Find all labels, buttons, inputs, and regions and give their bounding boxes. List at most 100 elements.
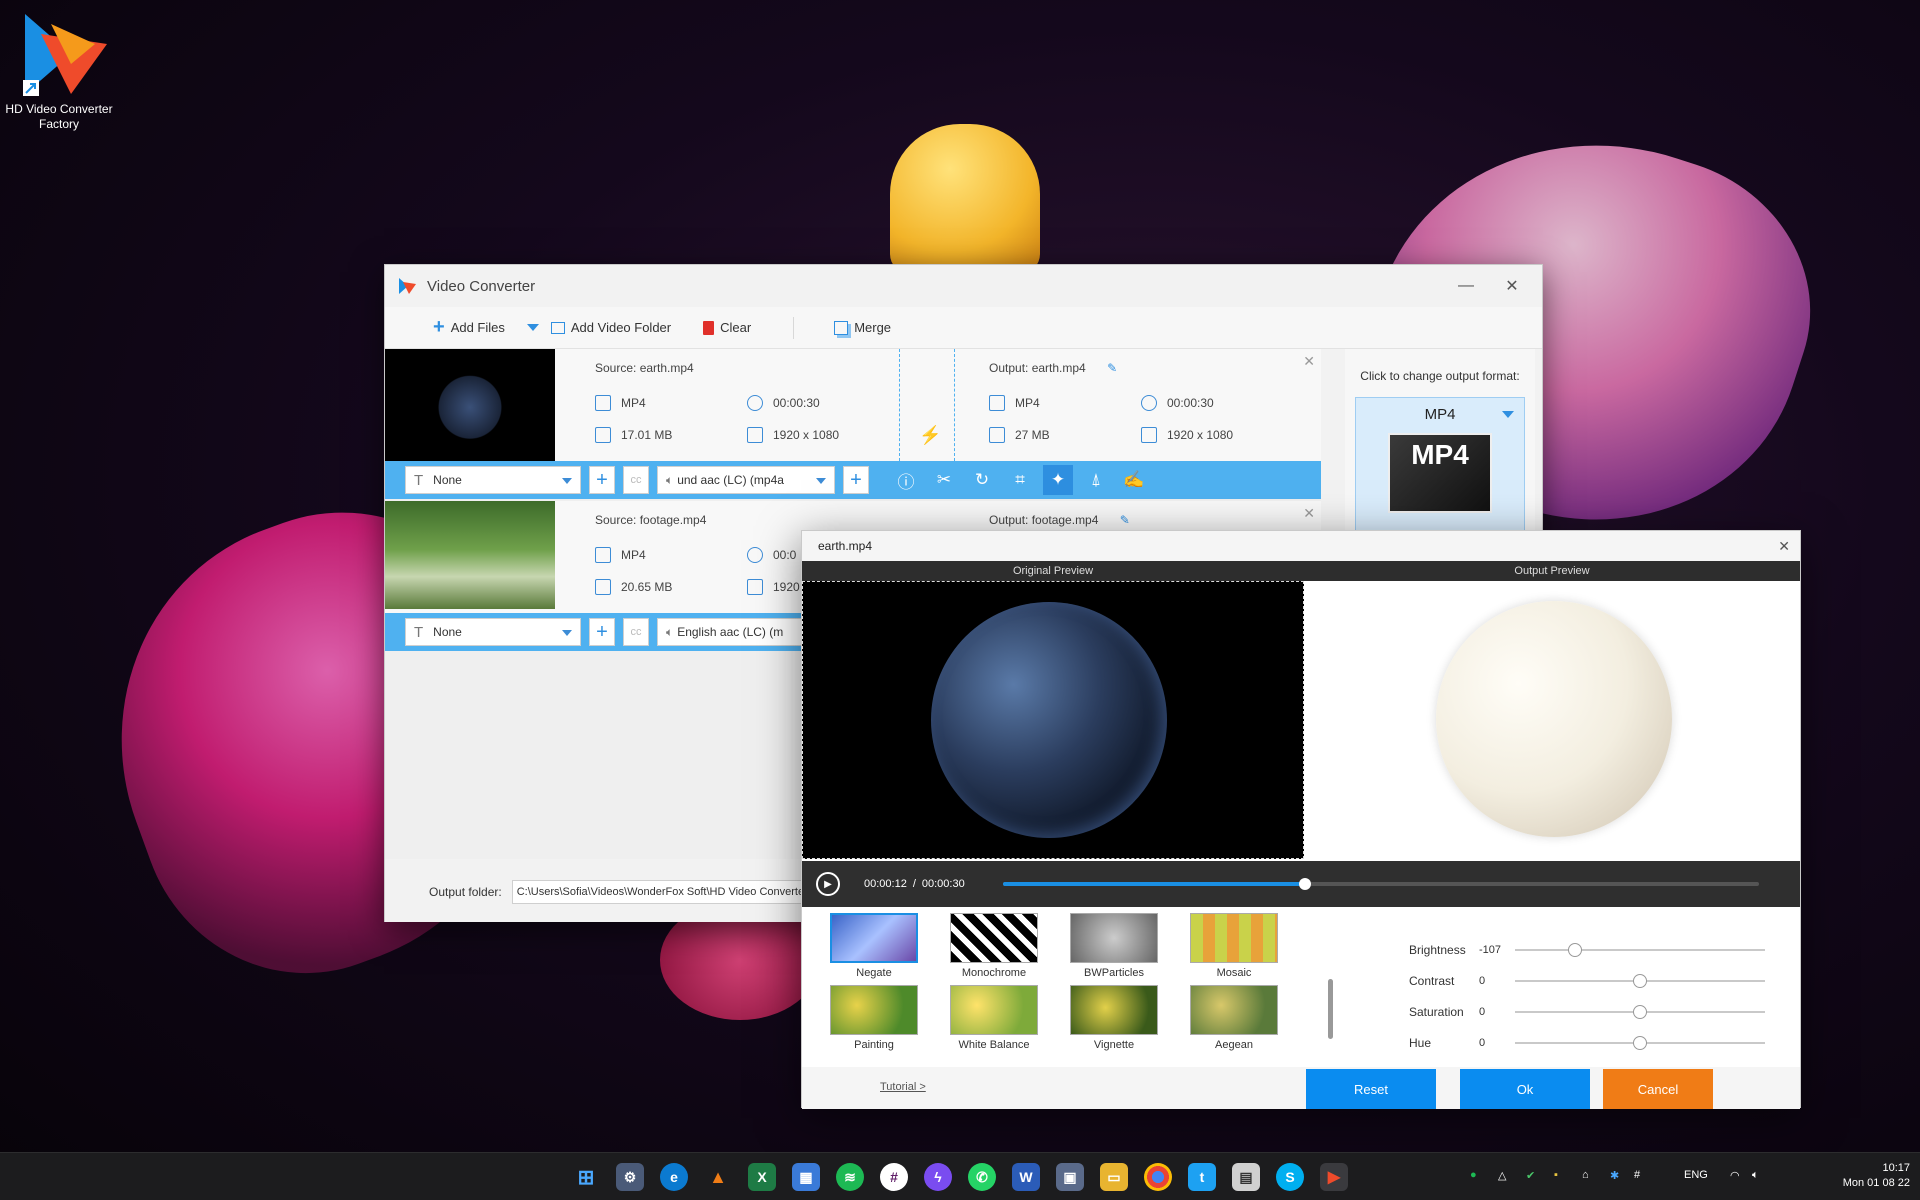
cc-icon[interactable]: cc (623, 618, 649, 646)
brightness-slider[interactable] (1515, 943, 1765, 957)
subtitle-select[interactable]: T None (405, 466, 581, 494)
clear-button[interactable]: Clear (703, 320, 751, 335)
chrome-icon[interactable] (1144, 1163, 1172, 1191)
source-format: MP4 (595, 547, 646, 563)
effect-aegean[interactable]: Aegean (1188, 985, 1280, 1051)
saturation-slider[interactable] (1515, 1005, 1765, 1019)
effect-negate[interactable]: Negate (828, 913, 920, 979)
start-windows-icon[interactable]: ⊞ (572, 1163, 600, 1191)
rotate-icon[interactable]: ↻ (967, 465, 997, 495)
wifi-icon[interactable]: ◠ (1730, 1169, 1740, 1182)
settings-gear-icon[interactable]: ⚙ (616, 1163, 644, 1191)
ok-button[interactable]: Ok (1460, 1069, 1590, 1109)
remove-item-icon[interactable]: ✕ (1303, 353, 1315, 370)
contrast-handle[interactable] (1633, 974, 1647, 988)
volume-icon[interactable]: 🔈︎ (1752, 1169, 1759, 1182)
output-name[interactable]: Output: earth.mp4 ✎ (989, 361, 1117, 375)
effects-wand-icon[interactable]: ✦ (1043, 465, 1073, 495)
vlc-icon[interactable]: ▲ (704, 1163, 732, 1191)
output-folder-label: Output folder: (429, 885, 502, 899)
whatsapp-icon[interactable]: ✆ (968, 1163, 996, 1191)
cc-icon[interactable]: cc (623, 466, 649, 494)
hd-video-converter-taskbar-icon[interactable]: ▶ (1320, 1163, 1348, 1191)
contrast-slider[interactable] (1515, 974, 1765, 988)
hue-handle[interactable] (1633, 1036, 1647, 1050)
store-package-icon[interactable]: ▦ (792, 1163, 820, 1191)
main-toolbar: + Add Files Add Video Folder Clear Merge (385, 307, 1542, 349)
clock[interactable]: 10:17 Mon 01 08 22 (1820, 1161, 1910, 1191)
earth-original-image (931, 602, 1167, 838)
seek-slider[interactable] (1002, 878, 1759, 890)
effect-bwparticles[interactable]: BWParticles (1068, 913, 1160, 979)
seek-handle[interactable] (1299, 878, 1312, 890)
speaker-icon: 🔈︎ (666, 472, 674, 487)
time-total: 00:00:30 (921, 878, 965, 890)
output-name[interactable]: Output: footage.mp4 ✎ (989, 513, 1130, 527)
file-item-earth[interactable]: Source: earth.mp4 MP4 00:00:30 17.01 MB … (385, 349, 1321, 465)
remove-item-icon[interactable]: ✕ (1303, 505, 1315, 522)
tutorial-link[interactable]: Tutorial > (880, 1081, 926, 1093)
edit-pencil-icon[interactable]: ✎ (1107, 361, 1117, 375)
messenger-icon[interactable]: ϟ (924, 1163, 952, 1191)
edit-pencil-icon[interactable]: ✎ (1120, 513, 1130, 527)
info-icon[interactable]: ⓘ (891, 465, 921, 495)
watermark-stamp-icon[interactable]: ⍋ (1081, 465, 1111, 495)
notes-tray-icon[interactable]: ▪ (1554, 1169, 1558, 1181)
clock-time: 10:17 (1882, 1162, 1910, 1174)
crop-icon[interactable]: ⌗ (1005, 465, 1035, 495)
format-selector[interactable]: MP4 MP4 (1355, 397, 1525, 537)
source-format: MP4 (595, 395, 646, 411)
reset-button[interactable]: Reset (1306, 1069, 1436, 1109)
edit-signature-icon[interactable]: ✍ (1119, 465, 1149, 495)
edge-browser-icon[interactable]: e (660, 1163, 688, 1191)
slack-tray-icon[interactable]: # (1634, 1169, 1640, 1181)
seek-progress (1002, 882, 1306, 886)
cancel-button[interactable]: Cancel (1603, 1069, 1713, 1109)
language-indicator[interactable]: ENG (1684, 1169, 1708, 1181)
brightness-handle[interactable] (1568, 943, 1582, 957)
effect-mosaic[interactable]: Mosaic (1188, 913, 1280, 979)
add-audio-button[interactable]: + (843, 466, 869, 494)
effect-monochrome[interactable]: Monochrome (948, 913, 1040, 979)
scissors-icon[interactable]: ✂ (929, 465, 959, 495)
excel-icon[interactable]: X (748, 1163, 776, 1191)
effects-scrollbar[interactable] (1328, 979, 1333, 1039)
output-folder-path[interactable]: C:\Users\Sofia\Videos\WonderFox Soft\HD … (511, 880, 802, 904)
bluetooth-tray-icon[interactable]: ✱ (1610, 1169, 1619, 1182)
effect-white-balance[interactable]: White Balance (948, 985, 1040, 1051)
image-viewer-icon[interactable]: ▣ (1056, 1163, 1084, 1191)
effect-vignette[interactable]: Vignette (1068, 985, 1160, 1051)
spotify-icon[interactable]: ≋ (836, 1163, 864, 1191)
add-subtitle-button[interactable]: + (589, 466, 615, 494)
add-subtitle-button[interactable]: + (589, 618, 615, 646)
speaker-icon: 🔈︎ (666, 624, 674, 639)
desktop-icon-hd-video-converter[interactable]: HD Video Converter Factory (4, 4, 114, 132)
twitter-icon[interactable]: t (1188, 1163, 1216, 1191)
shield-check-tray-icon[interactable]: ✔ (1526, 1169, 1535, 1182)
word-icon[interactable]: W (1012, 1163, 1040, 1191)
calendar-icon[interactable]: ▤ (1232, 1163, 1260, 1191)
close-button[interactable]: ✕ (1498, 273, 1526, 299)
video-format-icon (989, 395, 1005, 411)
close-icon[interactable]: ✕ (1778, 538, 1790, 555)
slack-icon[interactable]: # (880, 1163, 908, 1191)
add-files-dropdown-icon[interactable] (526, 324, 539, 331)
minimize-button[interactable]: — (1452, 273, 1480, 299)
usb-tray-icon[interactable]: ⌂ (1582, 1169, 1589, 1181)
subtitle-select[interactable]: T None (405, 618, 581, 646)
chevron-down-icon (1502, 411, 1514, 418)
play-icon[interactable]: ▶ (816, 872, 840, 896)
effect-painting[interactable]: Painting (828, 985, 920, 1051)
skype-icon[interactable]: S (1276, 1163, 1304, 1191)
add-files-button[interactable]: + Add Files (433, 316, 505, 339)
hd-video-converter-logo-icon (11, 4, 107, 100)
google-drive-tray-icon[interactable]: △ (1498, 1169, 1506, 1182)
original-preview[interactable] (802, 581, 1304, 859)
saturation-handle[interactable] (1633, 1005, 1647, 1019)
file-explorer-icon[interactable]: ▭ (1100, 1163, 1128, 1191)
hue-slider[interactable] (1515, 1036, 1765, 1050)
add-video-folder-button[interactable]: Add Video Folder (550, 320, 671, 335)
spotify-tray-icon[interactable]: ● (1470, 1169, 1477, 1181)
audio-select[interactable]: 🔈︎ und aac (LC) (mp4a (657, 466, 835, 494)
merge-button[interactable]: Merge (834, 320, 891, 335)
